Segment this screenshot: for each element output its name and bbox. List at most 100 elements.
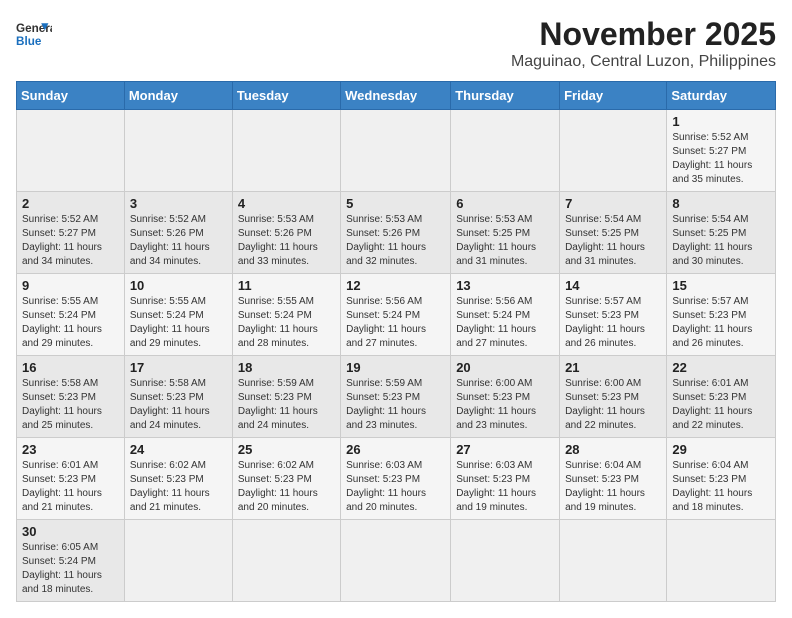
day-info: Sunrise: 6:01 AM Sunset: 5:23 PM Dayligh… bbox=[672, 377, 770, 433]
calendar-cell bbox=[124, 520, 232, 602]
day-info: Sunrise: 5:54 AM Sunset: 5:25 PM Dayligh… bbox=[672, 213, 770, 269]
calendar-week-row: 2 Sunrise: 5:52 AM Sunset: 5:27 PM Daylig… bbox=[17, 192, 776, 274]
day-number: 19 bbox=[346, 360, 445, 375]
calendar-cell bbox=[232, 520, 340, 602]
day-number: 20 bbox=[456, 360, 554, 375]
day-info: Sunrise: 5:55 AM Sunset: 5:24 PM Dayligh… bbox=[238, 295, 335, 351]
calendar-cell: 14Sunrise: 5:57 AM Sunset: 5:23 PM Dayli… bbox=[560, 274, 667, 356]
day-number: 11 bbox=[238, 278, 335, 293]
day-number: 16 bbox=[22, 360, 119, 375]
calendar-cell: 23Sunrise: 6:01 AM Sunset: 5:23 PM Dayli… bbox=[17, 438, 125, 520]
day-info: Sunrise: 6:00 AM Sunset: 5:23 PM Dayligh… bbox=[456, 377, 554, 433]
calendar-cell: 12 Sunrise: 5:56 AM Sunset: 5:24 PM Dayli… bbox=[341, 274, 451, 356]
day-number: 21 bbox=[565, 360, 661, 375]
calendar-cell: 18 Sunrise: 5:59 AM Sunset: 5:23 PM Dayli… bbox=[232, 356, 340, 438]
weekday-header-wednesday: Wednesday bbox=[341, 82, 451, 110]
calendar-cell: 11 Sunrise: 5:55 AM Sunset: 5:24 PM Dayli… bbox=[232, 274, 340, 356]
day-number: 30 bbox=[22, 524, 119, 539]
day-number: 28 bbox=[565, 442, 661, 457]
calendar-cell: 20 Sunrise: 6:00 AM Sunset: 5:23 PM Dayli… bbox=[451, 356, 560, 438]
day-info: Sunrise: 6:03 AM Sunset: 5:23 PM Dayligh… bbox=[346, 459, 445, 515]
weekday-header-friday: Friday bbox=[560, 82, 667, 110]
weekday-header-saturday: Saturday bbox=[667, 82, 776, 110]
weekday-header-tuesday: Tuesday bbox=[232, 82, 340, 110]
calendar-cell: 19Sunrise: 5:59 AM Sunset: 5:23 PM Dayli… bbox=[341, 356, 451, 438]
weekday-header-sunday: Sunday bbox=[17, 82, 125, 110]
calendar-week-row: 1Sunrise: 5:52 AM Sunset: 5:27 PM Daylig… bbox=[17, 110, 776, 192]
day-info: Sunrise: 5:56 AM Sunset: 5:24 PM Dayligh… bbox=[456, 295, 554, 351]
day-info: Sunrise: 5:53 AM Sunset: 5:25 PM Dayligh… bbox=[456, 213, 554, 269]
day-number: 7 bbox=[565, 196, 661, 211]
calendar-cell bbox=[451, 110, 560, 192]
calendar-week-row: 23Sunrise: 6:01 AM Sunset: 5:23 PM Dayli… bbox=[17, 438, 776, 520]
calendar: SundayMondayTuesdayWednesdayThursdayFrid… bbox=[16, 81, 776, 602]
day-info: Sunrise: 6:00 AM Sunset: 5:23 PM Dayligh… bbox=[565, 377, 661, 433]
location-title: Maguinao, Central Luzon, Philippines bbox=[511, 53, 776, 71]
calendar-cell: 28 Sunrise: 6:04 AM Sunset: 5:23 PM Dayli… bbox=[560, 438, 667, 520]
day-info: Sunrise: 6:05 AM Sunset: 5:24 PM Dayligh… bbox=[22, 541, 119, 597]
day-info: Sunrise: 5:55 AM Sunset: 5:24 PM Dayligh… bbox=[22, 295, 119, 351]
day-number: 3 bbox=[130, 196, 227, 211]
calendar-cell: 7Sunrise: 5:54 AM Sunset: 5:25 PM Daylig… bbox=[560, 192, 667, 274]
calendar-cell bbox=[451, 520, 560, 602]
day-number: 8 bbox=[672, 196, 770, 211]
day-info: Sunrise: 5:59 AM Sunset: 5:23 PM Dayligh… bbox=[238, 377, 335, 433]
day-number: 18 bbox=[238, 360, 335, 375]
title-area: November 2025 Maguinao, Central Luzon, P… bbox=[511, 16, 776, 71]
day-info: Sunrise: 5:53 AM Sunset: 5:26 PM Dayligh… bbox=[238, 213, 335, 269]
calendar-cell: 15Sunrise: 5:57 AM Sunset: 5:23 PM Dayli… bbox=[667, 274, 776, 356]
calendar-cell: 2 Sunrise: 5:52 AM Sunset: 5:27 PM Daylig… bbox=[17, 192, 125, 274]
day-number: 12 bbox=[346, 278, 445, 293]
day-info: Sunrise: 5:52 AM Sunset: 5:27 PM Dayligh… bbox=[672, 131, 770, 187]
calendar-cell: 3 Sunrise: 5:52 AM Sunset: 5:26 PM Daylig… bbox=[124, 192, 232, 274]
calendar-cell bbox=[667, 520, 776, 602]
day-number: 29 bbox=[672, 442, 770, 457]
month-title: November 2025 bbox=[511, 16, 776, 53]
calendar-week-row: 30 Sunrise: 6:05 AM Sunset: 5:24 PM Dayli… bbox=[17, 520, 776, 602]
day-number: 22 bbox=[672, 360, 770, 375]
day-info: Sunrise: 6:01 AM Sunset: 5:23 PM Dayligh… bbox=[22, 459, 119, 515]
day-info: Sunrise: 6:02 AM Sunset: 5:23 PM Dayligh… bbox=[238, 459, 335, 515]
day-number: 13 bbox=[456, 278, 554, 293]
calendar-cell: 29Sunrise: 6:04 AM Sunset: 5:23 PM Dayli… bbox=[667, 438, 776, 520]
day-info: Sunrise: 5:52 AM Sunset: 5:26 PM Dayligh… bbox=[130, 213, 227, 269]
calendar-cell: 6 Sunrise: 5:53 AM Sunset: 5:25 PM Daylig… bbox=[451, 192, 560, 274]
day-number: 2 bbox=[22, 196, 119, 211]
day-number: 26 bbox=[346, 442, 445, 457]
logo: General Blue bbox=[16, 16, 52, 52]
calendar-cell bbox=[560, 520, 667, 602]
day-info: Sunrise: 5:58 AM Sunset: 5:23 PM Dayligh… bbox=[130, 377, 227, 433]
calendar-cell bbox=[560, 110, 667, 192]
day-info: Sunrise: 5:52 AM Sunset: 5:27 PM Dayligh… bbox=[22, 213, 119, 269]
day-info: Sunrise: 5:58 AM Sunset: 5:23 PM Dayligh… bbox=[22, 377, 119, 433]
day-number: 14 bbox=[565, 278, 661, 293]
svg-text:Blue: Blue bbox=[16, 35, 42, 48]
calendar-cell bbox=[232, 110, 340, 192]
calendar-cell: 22 Sunrise: 6:01 AM Sunset: 5:23 PM Dayli… bbox=[667, 356, 776, 438]
calendar-cell: 30 Sunrise: 6:05 AM Sunset: 5:24 PM Dayli… bbox=[17, 520, 125, 602]
calendar-week-row: 16 Sunrise: 5:58 AM Sunset: 5:23 PM Dayli… bbox=[17, 356, 776, 438]
day-number: 27 bbox=[456, 442, 554, 457]
day-info: Sunrise: 5:56 AM Sunset: 5:24 PM Dayligh… bbox=[346, 295, 445, 351]
calendar-cell: 5Sunrise: 5:53 AM Sunset: 5:26 PM Daylig… bbox=[341, 192, 451, 274]
day-number: 10 bbox=[130, 278, 227, 293]
day-number: 17 bbox=[130, 360, 227, 375]
day-number: 4 bbox=[238, 196, 335, 211]
day-info: Sunrise: 6:04 AM Sunset: 5:23 PM Dayligh… bbox=[565, 459, 661, 515]
day-number: 25 bbox=[238, 442, 335, 457]
day-number: 5 bbox=[346, 196, 445, 211]
day-number: 15 bbox=[672, 278, 770, 293]
calendar-cell: 9 Sunrise: 5:55 AM Sunset: 5:24 PM Daylig… bbox=[17, 274, 125, 356]
calendar-cell: 10Sunrise: 5:55 AM Sunset: 5:24 PM Dayli… bbox=[124, 274, 232, 356]
weekday-header-row: SundayMondayTuesdayWednesdayThursdayFrid… bbox=[17, 82, 776, 110]
calendar-cell: 24Sunrise: 6:02 AM Sunset: 5:23 PM Dayli… bbox=[124, 438, 232, 520]
day-number: 24 bbox=[130, 442, 227, 457]
day-number: 6 bbox=[456, 196, 554, 211]
calendar-cell bbox=[341, 110, 451, 192]
calendar-cell: 13 Sunrise: 5:56 AM Sunset: 5:24 PM Dayli… bbox=[451, 274, 560, 356]
calendar-cell: 1Sunrise: 5:52 AM Sunset: 5:27 PM Daylig… bbox=[667, 110, 776, 192]
calendar-cell: 26 Sunrise: 6:03 AM Sunset: 5:23 PM Dayli… bbox=[341, 438, 451, 520]
calendar-cell bbox=[341, 520, 451, 602]
day-info: Sunrise: 6:03 AM Sunset: 5:23 PM Dayligh… bbox=[456, 459, 554, 515]
day-number: 9 bbox=[22, 278, 119, 293]
